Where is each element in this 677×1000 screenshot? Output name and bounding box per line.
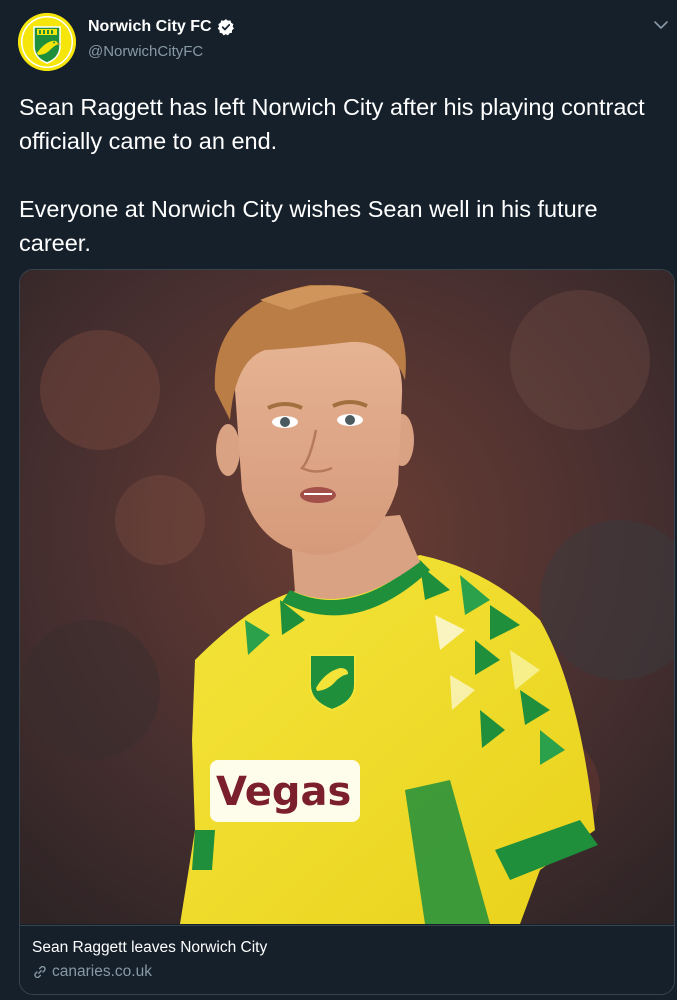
card-domain-text: canaries.co.uk	[52, 963, 152, 980]
verified-badge-icon	[217, 19, 234, 36]
link-icon	[34, 965, 46, 979]
card-domain[interactable]: canaries.co.uk	[32, 963, 152, 981]
chevron-down-icon[interactable]	[652, 18, 670, 32]
tweet-text: Sean Raggett has left Norwich City after…	[19, 90, 669, 260]
tweet-paragraph: Everyone at Norwich City wishes Sean wel…	[19, 196, 598, 256]
author-handle[interactable]: @NorwichCityFC	[88, 43, 203, 60]
tweet-paragraph: Sean Raggett has left Norwich City after…	[19, 94, 645, 154]
author-avatar[interactable]	[18, 13, 76, 71]
club-crest-icon	[18, 13, 76, 71]
card-image[interactable]: Vegas	[20, 270, 674, 924]
card-title[interactable]: Sean Raggett leaves Norwich City	[32, 939, 267, 957]
player-photo: Vegas	[20, 270, 674, 924]
author-name[interactable]: Norwich City FC	[88, 18, 235, 36]
card-meta[interactable]: Sean Raggett leaves Norwich City canarie…	[20, 925, 674, 994]
shirt-sponsor: Vegas	[216, 769, 351, 815]
tweet: Norwich City FC @NorwichCityFC Sean Ragg…	[0, 0, 677, 1000]
link-card[interactable]: Vegas Sean Raggett leaves Norwich City c…	[19, 269, 675, 995]
author-name-text: Norwich City FC	[88, 18, 212, 35]
